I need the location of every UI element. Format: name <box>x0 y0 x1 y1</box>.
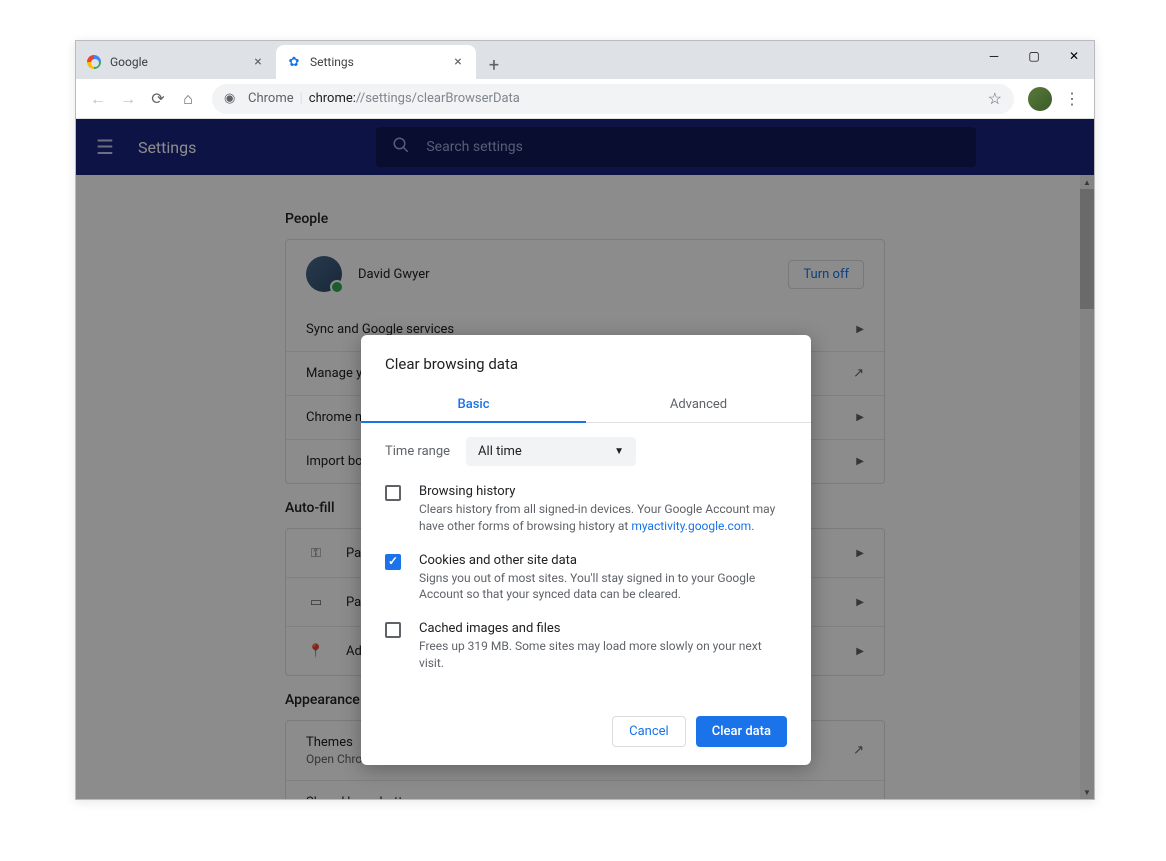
new-tab-button[interactable]: + <box>480 51 508 79</box>
dialog-title: Clear browsing data <box>361 335 811 387</box>
tab-title-2: Settings <box>310 55 450 69</box>
history-title: Browsing history <box>419 484 787 499</box>
dialog-footer: Cancel Clear data <box>361 704 811 765</box>
dialog-tabs: Basic Advanced <box>361 387 811 423</box>
tab-google[interactable]: Google × <box>76 45 276 79</box>
cancel-button[interactable]: Cancel <box>612 716 686 747</box>
url-rest: //settings/clearBrowserData <box>356 91 520 106</box>
cookies-desc: Signs you out of most sites. You'll stay… <box>419 570 787 604</box>
google-favicon-icon <box>86 54 102 70</box>
dialog-body: Time range All time ▼ Browsing history C… <box>361 423 811 704</box>
profile-avatar-button[interactable] <box>1028 87 1052 111</box>
close-tab-icon[interactable]: × <box>250 54 266 70</box>
close-tab-icon[interactable]: × <box>450 54 466 70</box>
cache-title: Cached images and files <box>419 621 787 636</box>
minimize-button[interactable]: ─ <box>974 41 1014 71</box>
clear-data-button[interactable]: Clear data <box>696 716 787 747</box>
chrome-icon: ◉ <box>224 91 240 107</box>
tab-basic[interactable]: Basic <box>361 387 586 422</box>
tab-settings[interactable]: ✿ Settings × <box>276 45 476 79</box>
content-area: ☰ Settings Search settings People David … <box>76 119 1094 799</box>
back-button[interactable]: ← <box>84 85 112 113</box>
reload-button[interactable]: ⟳ <box>144 85 172 113</box>
tab-advanced[interactable]: Advanced <box>586 387 811 422</box>
settings-favicon-icon: ✿ <box>286 54 302 70</box>
url-bold: chrome: <box>309 91 356 106</box>
cookies-title: Cookies and other site data <box>419 553 787 568</box>
close-window-button[interactable]: ✕ <box>1054 41 1094 71</box>
time-range-label: Time range <box>385 444 450 459</box>
myactivity-link[interactable]: myactivity.google.com <box>631 519 751 533</box>
checkbox-history[interactable] <box>385 485 401 501</box>
time-range-value: All time <box>478 444 522 459</box>
tab-title-1: Google <box>110 55 250 69</box>
home-button[interactable]: ⌂ <box>174 85 202 113</box>
toolbar: ← → ⟳ ⌂ ◉ Chrome | chrome://settings/cle… <box>76 79 1094 119</box>
time-range-select[interactable]: All time ▼ <box>466 437 636 466</box>
menu-button[interactable]: ⋮ <box>1058 85 1086 113</box>
url-scheme-label: Chrome <box>248 91 294 106</box>
clear-browsing-data-dialog: Clear browsing data Basic Advanced Time … <box>361 335 811 765</box>
history-desc: Clears history from all signed-in device… <box>419 501 787 535</box>
omnibox[interactable]: ◉ Chrome | chrome://settings/clearBrowse… <box>212 84 1014 114</box>
checkbox-cache[interactable] <box>385 622 401 638</box>
item-browsing-history: Browsing history Clears history from all… <box>385 484 787 535</box>
forward-button[interactable]: → <box>114 85 142 113</box>
checkbox-cookies[interactable] <box>385 554 401 570</box>
maximize-button[interactable]: ▢ <box>1014 41 1054 71</box>
tab-strip: Google × ✿ Settings × + ─ ▢ ✕ <box>76 41 1094 79</box>
time-range-row: Time range All time ▼ <box>385 437 787 466</box>
browser-window: Google × ✿ Settings × + ─ ▢ ✕ ← → ⟳ ⌂ ◉ … <box>75 40 1095 800</box>
cache-desc: Frees up 319 MB. Some sites may load mor… <box>419 638 787 672</box>
window-controls: ─ ▢ ✕ <box>974 41 1094 71</box>
dropdown-arrow-icon: ▼ <box>614 446 624 457</box>
item-cookies: Cookies and other site data Signs you ou… <box>385 553 787 604</box>
item-cache: Cached images and files Frees up 319 MB.… <box>385 621 787 672</box>
bookmark-star-icon[interactable]: ☆ <box>988 89 1002 108</box>
